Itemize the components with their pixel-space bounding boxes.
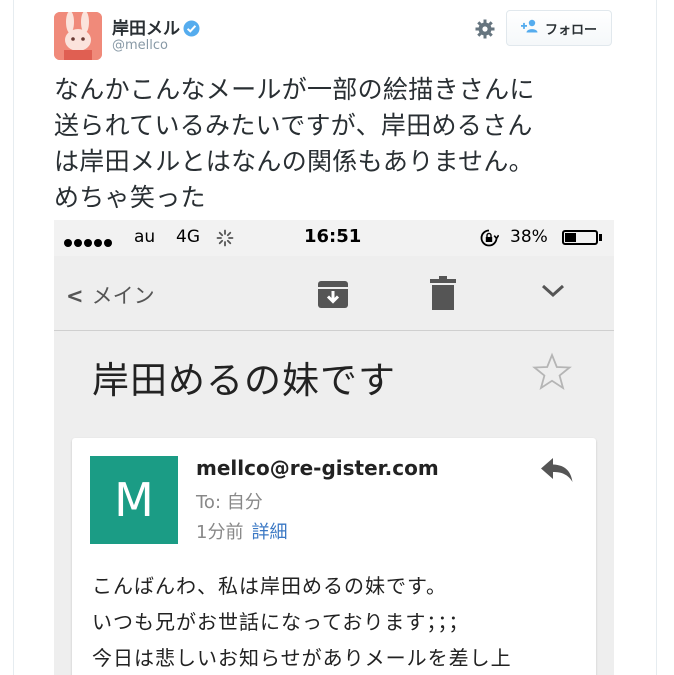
reply-icon[interactable] <box>540 456 574 488</box>
attached-photo[interactable]: au 4G 16:51 38% < メイン 岸田めるの妹です M mellco@… <box>54 220 614 675</box>
mail-toolbar: < メイン <box>54 256 614 331</box>
message-time: 1分前 <box>196 522 244 543</box>
tweet-text-line: めちゃ笑った <box>54 183 206 212</box>
trash-icon[interactable] <box>430 276 456 314</box>
message-body-line: こんばんわ、私は岸田めるの妹です。 <box>92 574 447 598</box>
network-label: 4G <box>176 227 200 247</box>
sender-avatar[interactable]: M <box>90 456 178 544</box>
card-border-right <box>656 0 657 675</box>
message-time-line: 1分前 詳細 <box>196 518 287 544</box>
user-avatar[interactable] <box>54 12 102 60</box>
display-name-text: 岸田メル <box>112 19 180 39</box>
star-icon[interactable] <box>532 352 572 396</box>
sender-email[interactable]: mellco@re-gister.com <box>196 456 439 480</box>
clock: 16:51 <box>304 226 362 247</box>
phone-status-bar: au 4G 16:51 38% <box>54 220 614 256</box>
verified-badge-icon <box>183 20 200 42</box>
battery-icon <box>562 230 598 245</box>
archive-icon[interactable] <box>317 278 349 314</box>
chevron-left-icon: < <box>66 284 84 308</box>
gear-icon[interactable] <box>474 18 496 40</box>
details-link[interactable]: 詳細 <box>251 522 287 543</box>
activity-spinner-icon <box>216 229 234 252</box>
message-body: こんばんわ、私は岸田めるの妹です。 いつも兄がお世話になっております；；； 今日… <box>92 568 592 675</box>
add-user-icon <box>520 19 539 37</box>
message-card: M mellco@re-gister.com To: 自分 1分前 詳細 こんばん… <box>72 438 596 675</box>
message-body-line: 今日は悲しいお知らせがありメールを差し上 <box>92 646 512 670</box>
battery-percentage: 38% <box>510 227 548 247</box>
follow-button[interactable]: フォロー <box>506 10 612 46</box>
back-button-label: メイン <box>91 284 155 308</box>
message-body-line: いつも兄がお世話になっております；；； <box>92 610 470 634</box>
back-button[interactable]: < メイン <box>66 280 155 310</box>
tweet-text-line: 送られているみたいですが、岸田めるさん <box>54 111 533 140</box>
follow-button-label: フォロー <box>544 22 597 38</box>
user-handle[interactable]: @mellco <box>112 38 168 53</box>
chevron-down-icon[interactable] <box>540 282 566 304</box>
rotation-lock-icon <box>479 228 500 253</box>
signal-strength-icon <box>64 232 114 252</box>
mail-subject: 岸田めるの妹です <box>92 359 396 402</box>
recipient-line: To: 自分 <box>196 492 263 513</box>
card-border-left <box>13 0 14 675</box>
tweet-text: なんかこんなメールが一部の絵描きさんに 送られているみたいですが、岸田めるさん … <box>54 72 614 216</box>
carrier-label: au <box>134 227 156 247</box>
battery-tip <box>599 234 602 241</box>
tweet-text-line: は岸田メルとはなんの関係もありません。 <box>54 147 534 176</box>
tweet-text-line: なんかこんなメールが一部の絵描きさんに <box>54 75 535 104</box>
